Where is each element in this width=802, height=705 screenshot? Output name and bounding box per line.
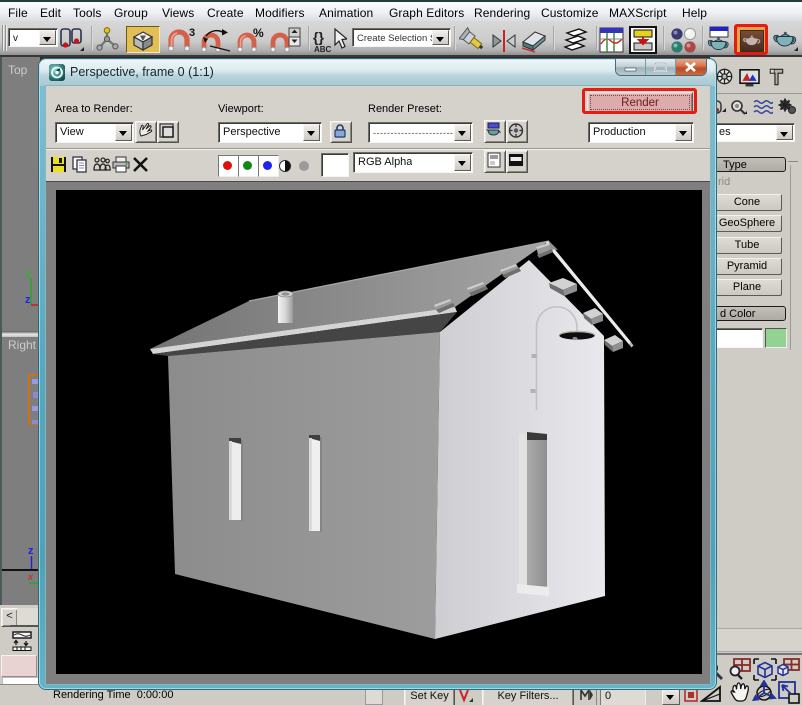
svg-text:{}: {} xyxy=(313,29,324,45)
svg-text:z: z xyxy=(28,545,34,557)
svg-text:z: z xyxy=(25,294,31,306)
svg-text:3: 3 xyxy=(189,27,195,39)
svg-text:ABC: ABC xyxy=(314,45,332,54)
svg-text:y: y xyxy=(25,267,33,279)
svg-text:x: x xyxy=(27,572,34,583)
svg-text:%: % xyxy=(253,26,264,40)
